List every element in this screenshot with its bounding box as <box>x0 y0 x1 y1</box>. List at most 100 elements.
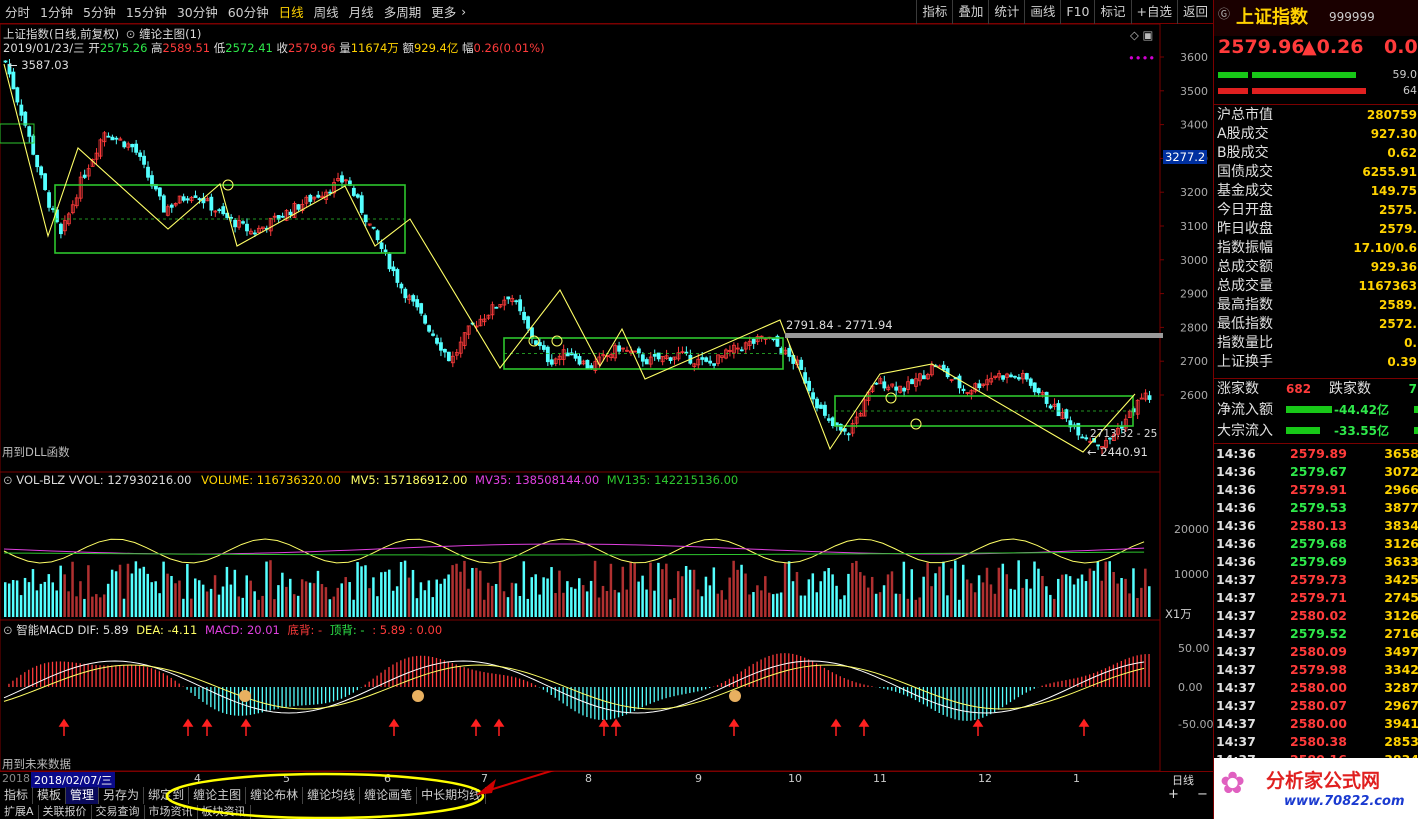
volume-bar <box>886 574 890 617</box>
volume-bar <box>506 597 510 617</box>
more-chevron-icon[interactable]: › <box>461 5 466 19</box>
period-10[interactable]: 更多 <box>426 2 461 21</box>
stat-row: 昨日收盘 2579. <box>1214 220 1418 239</box>
volume-bar <box>910 569 914 617</box>
volume-bar <box>558 570 561 617</box>
volume-bar <box>245 575 248 617</box>
candle-body <box>146 166 150 178</box>
ohlc-line: 2019/01/23/三 开2575.26 高2589.51 低2572.41 … <box>3 40 545 56</box>
candle-body <box>506 296 511 300</box>
tick-time: 14:36 <box>1216 536 1256 551</box>
volume-bar <box>494 584 498 617</box>
macd-tick-label: 0.00 <box>1178 681 1203 694</box>
volume-bar <box>407 577 411 617</box>
period-toolbar: 分时 1分钟 5分钟 15分钟 30分钟 60分钟 日线 周线 月线 多周期 更多 › 指标 叠加 统计 画线… <box>0 0 1213 24</box>
chart-options-icon[interactable]: ◇ ▣ <box>1130 28 1153 42</box>
volume-bar <box>344 577 347 617</box>
indicator-name[interactable]: 缠论主图(1) <box>139 27 201 41</box>
candle-body <box>387 253 392 270</box>
macd-panel-name[interactable]: 智能MACD <box>16 623 73 637</box>
tool-2[interactable]: 统计 <box>988 0 1024 24</box>
period-8[interactable]: 月线 <box>344 2 379 21</box>
tool-6[interactable]: +自选 <box>1130 0 1177 24</box>
stat-value: 0.62 <box>1387 146 1417 160</box>
volume-bar <box>427 580 431 617</box>
resistance-band <box>785 333 1163 338</box>
range-label: 2791.84 - 2771.94 <box>786 318 893 332</box>
volume-bar <box>922 576 925 617</box>
volume-bar <box>1053 598 1056 617</box>
high-mark-value: 3587.03 <box>21 58 69 72</box>
stat-value: 929.36 <box>1370 260 1417 274</box>
period-6[interactable]: 日线 <box>274 2 309 21</box>
future-note: 用到未来数据 <box>2 757 71 771</box>
signal-arrow-icon <box>1078 718 1090 736</box>
info-icon[interactable]: Ⓖ <box>1218 5 1230 22</box>
volume-bar <box>1013 589 1016 617</box>
tick-time: 14:37 <box>1216 734 1256 749</box>
volume-bar <box>649 562 652 617</box>
volume-bar <box>186 563 189 617</box>
mv135-line <box>3 551 1145 556</box>
tool-7[interactable]: 返回 <box>1176 0 1213 24</box>
candle-body <box>296 204 301 210</box>
candle-body <box>419 303 424 314</box>
dea-value: DEA: -4.11 <box>136 623 198 637</box>
volume-bar <box>969 583 973 617</box>
volume-panel-name[interactable]: VOL-BLZ <box>16 473 65 487</box>
candle-body <box>403 288 408 299</box>
volume-bar <box>356 562 359 617</box>
volume-bar <box>823 571 826 617</box>
mv5-line <box>3 538 1145 564</box>
period-4[interactable]: 30分钟 <box>172 2 223 21</box>
candle-body <box>518 299 523 312</box>
volume-bar <box>1124 578 1127 617</box>
period-9[interactable]: 多周期 <box>379 2 427 21</box>
volume-bar <box>993 593 997 617</box>
candle-body <box>316 194 321 198</box>
tool-4[interactable]: F10 <box>1060 0 1094 24</box>
tool-5[interactable]: 标记 <box>1094 0 1130 24</box>
volume-bar <box>629 561 632 617</box>
period-3[interactable]: 15分钟 <box>121 2 172 21</box>
volume-bar <box>79 581 82 617</box>
period-5[interactable]: 60分钟 <box>223 2 274 21</box>
period-0[interactable]: 分时 <box>0 2 35 21</box>
signal-arrow-icon <box>610 718 622 736</box>
volume-bar <box>360 566 363 617</box>
kline-chart-svg[interactable]: 3600350034003300320031003000290028002700… <box>0 24 1213 771</box>
signal-arrow-icon <box>972 718 984 736</box>
volume-bar <box>1037 568 1040 617</box>
volume-bar <box>1120 578 1123 617</box>
period-7[interactable]: 周线 <box>309 2 344 21</box>
period-1[interactable]: 1分钟 <box>35 2 78 21</box>
y-tick-label: 2900 <box>1180 288 1208 301</box>
candle-body <box>134 143 139 153</box>
current-price: 2579.96 <box>1218 36 1305 58</box>
volume-dropdown-icon[interactable]: ⊙ <box>3 473 13 487</box>
volume-bar <box>839 599 842 617</box>
volume-bar <box>431 597 435 617</box>
candle-body <box>874 382 879 385</box>
volume-bar <box>75 596 78 617</box>
watermark-url: www.70822.com <box>1284 794 1405 809</box>
volume-bar <box>1060 574 1064 617</box>
period-2[interactable]: 5分钟 <box>78 2 121 21</box>
volume-bar <box>783 562 787 617</box>
volume-bar <box>39 583 43 617</box>
volume-bar <box>166 573 169 617</box>
tool-1[interactable]: 叠加 <box>952 0 988 24</box>
signal-arrow-icon <box>830 718 842 736</box>
candle-body <box>43 173 47 190</box>
volume-bar <box>336 587 340 617</box>
indicator-dropdown-icon[interactable]: ⊙ <box>126 27 136 41</box>
money-bag-icon <box>412 690 424 702</box>
tool-0[interactable]: 指标 <box>916 0 952 24</box>
tool-3[interactable]: 画线 <box>1024 0 1060 24</box>
candle-body <box>1036 388 1041 394</box>
volume-bar <box>182 598 185 617</box>
chart-area[interactable]: 3600350034003300320031003000290028002700… <box>0 24 1213 771</box>
macd-dropdown-icon[interactable]: ⊙ <box>3 623 13 637</box>
stat-row: 最高指数 2589. <box>1214 296 1418 315</box>
volume-bar <box>657 562 660 617</box>
